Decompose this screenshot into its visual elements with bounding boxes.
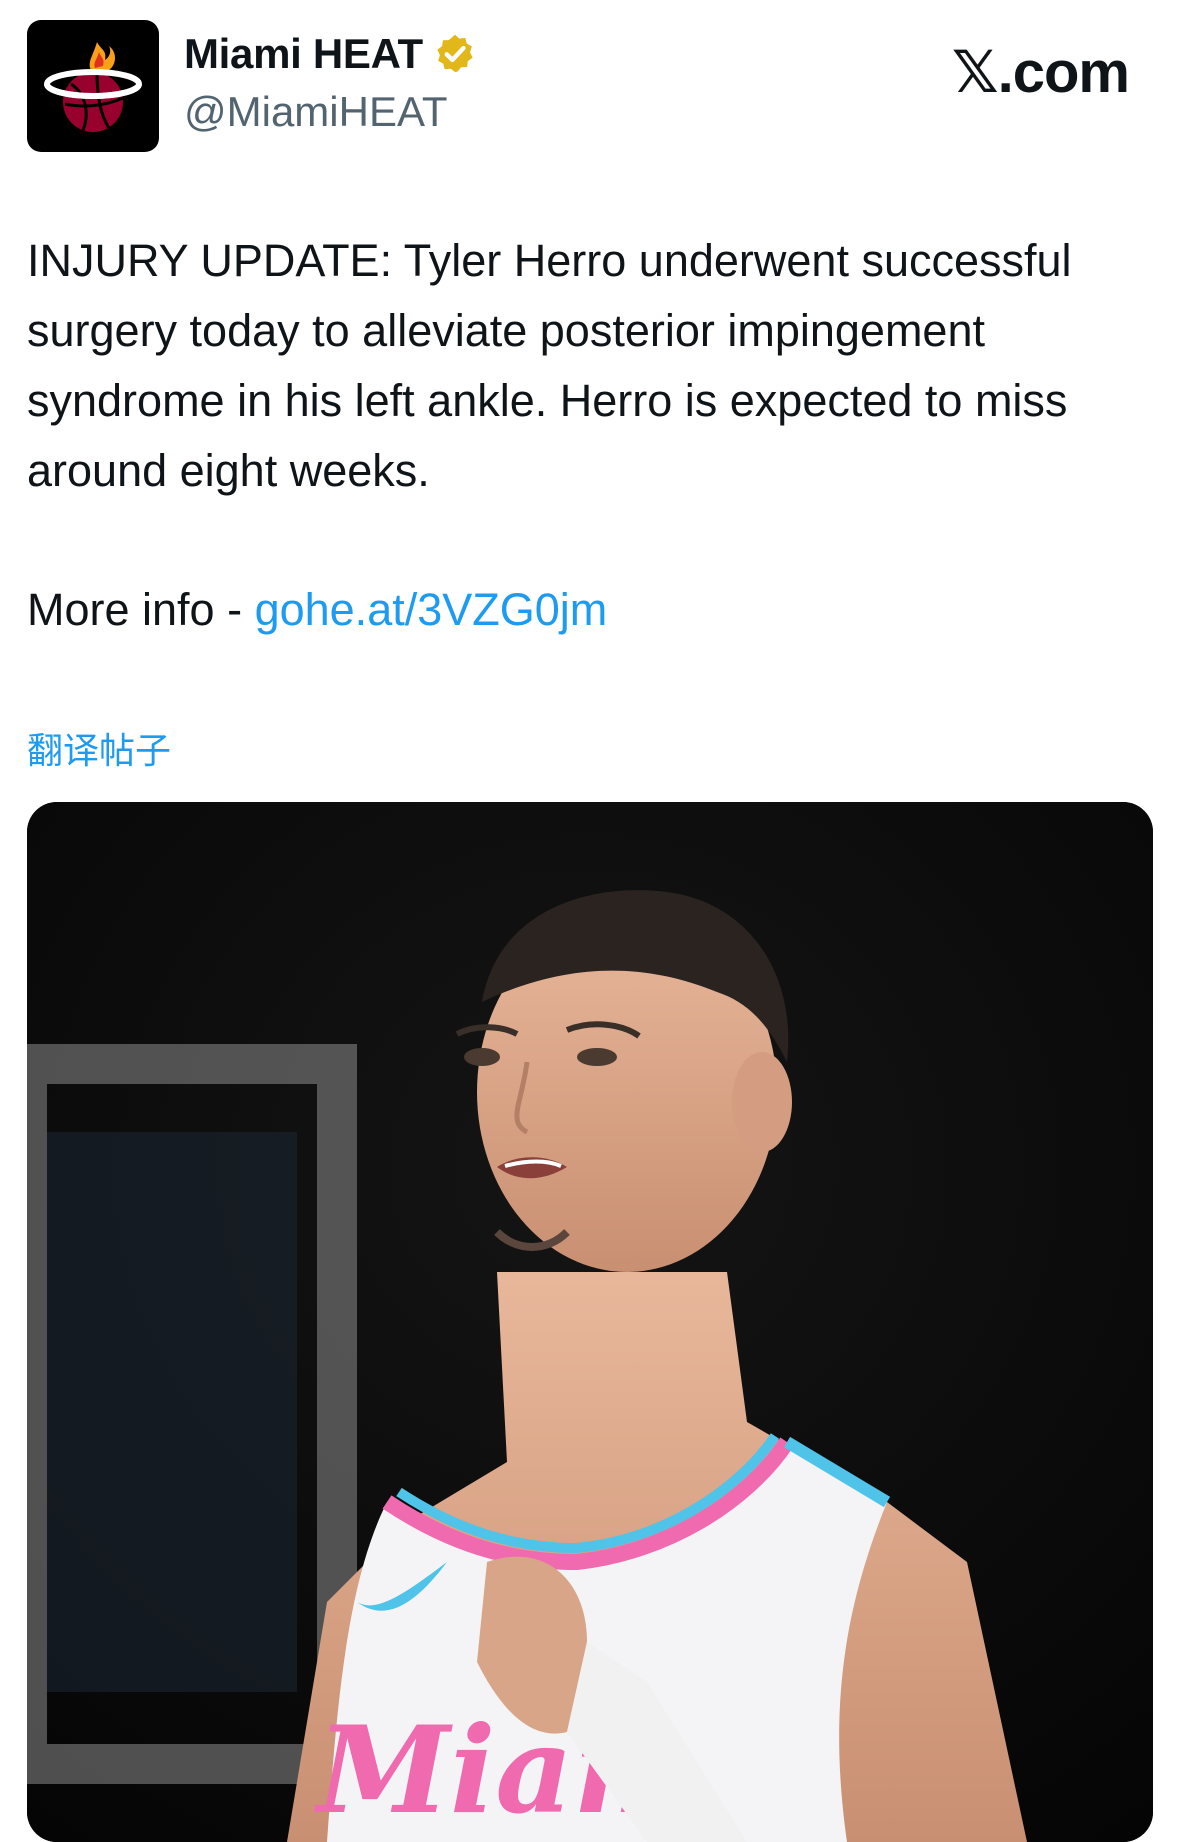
x-logo-text: .com <box>997 40 1130 105</box>
miami-heat-logo-icon <box>44 42 142 132</box>
x-com-logo: 𝕏.com <box>951 38 1130 106</box>
tweet-media-image[interactable]: Miam <box>27 802 1153 1842</box>
post-header: Miami HEAT @MiamiHEAT 𝕏.com <box>0 0 1179 160</box>
player-photo-icon: Miam <box>27 802 1153 1842</box>
translate-post-button[interactable]: 翻译帖子 <box>27 722 171 774</box>
user-handle[interactable]: @MiamiHEAT <box>184 88 448 136</box>
tweet-link[interactable]: gohe.at/3VZG0jm <box>255 584 608 635</box>
avatar[interactable] <box>27 20 159 152</box>
verified-badge-icon <box>437 34 473 72</box>
more-info-line: More info - gohe.at/3VZG0jm <box>27 575 607 645</box>
tweet-body: INJURY UPDATE: Tyler Herro underwent suc… <box>27 235 1085 496</box>
x-logo-icon: 𝕏 <box>951 38 999 106</box>
display-name[interactable]: Miami HEAT <box>184 30 423 78</box>
more-info-label: More info - <box>27 584 255 635</box>
name-row: Miami HEAT <box>184 30 477 78</box>
